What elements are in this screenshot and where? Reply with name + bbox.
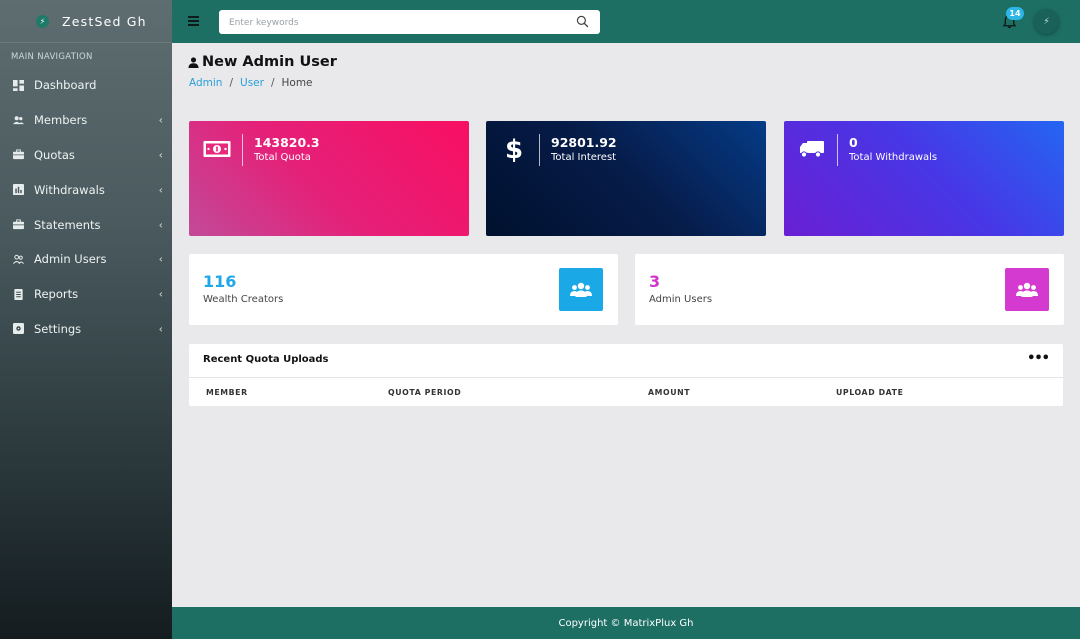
table-header: MEMBER QUOTA PERIOD AMOUNT UPLOAD DATE [189,377,1063,406]
recent-quota-uploads: Recent Quota Uploads ••• MEMBER QUOTA PE… [189,344,1063,406]
stat-card-total-withdrawals[interactable]: 0 Total Withdrawals [784,121,1064,236]
sidebar-item-label: Statements [34,217,101,232]
chevron-left-icon: ‹ [158,322,163,336]
sidebar-item-admin-users[interactable]: Admin Users ‹ [0,242,172,277]
sidebar-item-members[interactable]: Members ‹ [0,103,172,138]
info-label: Wealth Creators [203,294,284,305]
brand[interactable]: ⚡ ZestSed Gh [0,0,172,43]
sidebar: ⚡ ZestSed Gh MAIN NAVIGATION Dashboard M… [0,0,172,639]
stat-card-total-interest[interactable]: $ 92801.92 Total Interest [486,121,766,236]
group-icon [570,282,592,297]
breadcrumb-separator: / [270,77,275,89]
settings-icon [12,323,24,335]
dashboard-icon [12,79,24,91]
chart-icon [12,184,24,196]
avatar[interactable]: ⚡ [1034,9,1059,34]
more-options-icon[interactable]: ••• [1027,351,1050,366]
sidebar-item-label: Reports [34,287,79,302]
chevron-left-icon: ‹ [158,287,163,301]
column-header-upload-date[interactable]: UPLOAD DATE [836,388,904,397]
notification-badge: 14 [1006,7,1024,20]
stat-divider [242,134,243,166]
stat-label: Total Interest [551,152,617,163]
breadcrumb-separator: / [229,77,234,89]
stat-divider [539,134,540,166]
sidebar-item-settings[interactable]: Settings ‹ [0,312,172,347]
breadcrumb-user[interactable]: User [240,77,264,89]
money-icon [203,138,231,160]
breadcrumb-admin[interactable]: Admin [189,77,222,89]
info-card-wealth-creators: 116 Wealth Creators [189,254,618,325]
brand-name: ZestSed Gh [62,13,147,29]
sidebar-item-label: Quotas [34,147,75,162]
dollar-icon: $ [500,135,528,163]
stat-label: Total Withdrawals [849,152,938,163]
sidebar-item-reports[interactable]: Reports ‹ [0,277,172,312]
brand-logo-icon: ⚡ [36,14,49,28]
stat-label: Total Quota [254,152,311,163]
search-input[interactable] [219,11,559,35]
chevron-left-icon: ‹ [158,113,163,127]
info-card-admin-users: 3 Admin Users [635,254,1064,325]
sidebar-item-quotas[interactable]: Quotas ‹ [0,138,172,173]
main-content: New Admin User Admin / User / Home 14382… [172,43,1080,607]
stat-value: 92801.92 [551,135,617,150]
briefcase-icon [12,149,24,161]
sidebar-item-dashboard[interactable]: Dashboard [0,68,172,103]
breadcrumb: Admin / User / Home [189,77,313,89]
table-title: Recent Quota Uploads [203,354,329,365]
admin-users-button[interactable] [1005,268,1049,311]
menu-toggle-icon[interactable] [188,16,199,27]
sidebar-item-label: Admin Users [34,252,107,267]
info-value: 3 [649,272,661,291]
sidebar-item-withdrawals[interactable]: Withdrawals ‹ [0,172,172,207]
wealth-creators-button[interactable] [559,268,603,311]
search-icon[interactable] [576,15,589,28]
users-icon [12,114,24,126]
sidebar-item-label: Members [34,113,88,128]
stat-card-total-quota[interactable]: 143820.3 Total Quota [189,121,469,236]
sidebar-item-label: Dashboard [34,78,97,93]
page-title-text: New Admin User [202,54,337,70]
report-icon [12,288,24,300]
nav-heading: MAIN NAVIGATION [11,52,93,62]
truck-icon [798,138,826,160]
chevron-left-icon: ‹ [158,218,163,232]
sidebar-item-statements[interactable]: Statements ‹ [0,207,172,242]
info-value: 116 [203,272,237,291]
breadcrumb-home: Home [281,77,313,89]
stat-value: 143820.3 [254,135,320,150]
page-title: New Admin User [188,54,337,70]
svg-text:$: $ [505,135,523,163]
stat-divider [837,134,838,166]
copyright-text: Copyright © MatrixPlux Gh [558,617,694,629]
sidebar-item-label: Settings [34,321,82,336]
group-icon [1016,282,1038,297]
search-box [219,10,600,35]
column-header-quota-period[interactable]: QUOTA PERIOD [388,388,461,397]
topbar: 14 ⚡ [172,0,1080,43]
footer: Copyright © MatrixPlux Gh [172,607,1080,639]
chevron-left-icon: ‹ [158,183,163,197]
chevron-left-icon: ‹ [158,148,163,162]
chevron-left-icon: ‹ [158,252,163,266]
column-header-amount[interactable]: AMOUNT [648,388,690,397]
info-label: Admin Users [649,294,713,305]
column-header-member[interactable]: MEMBER [206,388,248,397]
sidebar-item-label: Withdrawals [34,182,105,197]
user-group-icon [12,253,24,265]
stat-value: 0 [849,135,858,150]
user-icon [188,56,199,68]
briefcase-icon [12,219,24,231]
